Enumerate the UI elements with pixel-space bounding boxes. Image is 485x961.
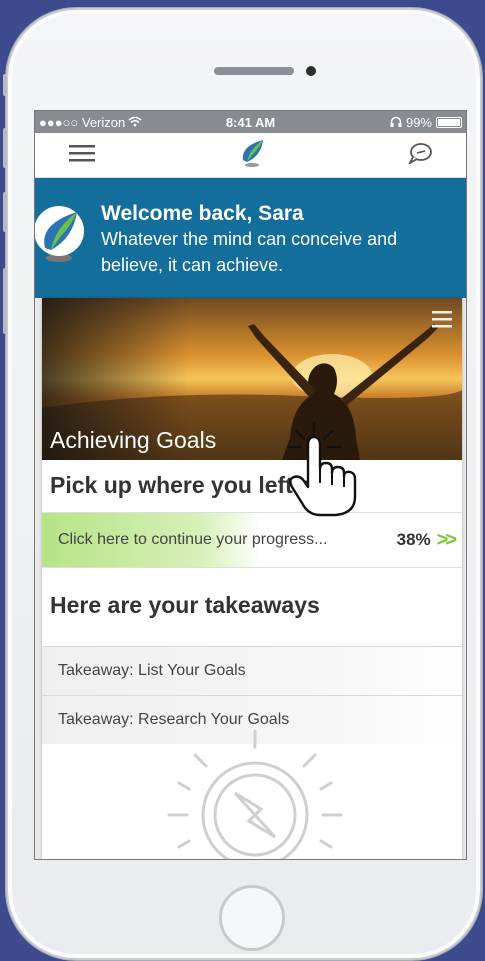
progress-percent: 38% >>	[396, 529, 457, 552]
tap-gesture-hand-icon	[262, 417, 366, 522]
course-card: Achieving Goals Pick up where you left o…	[42, 298, 462, 859]
app-leaf-logo-icon	[239, 138, 265, 173]
volume-down-button	[3, 192, 7, 232]
carrier-label: ●●●○○ Verizon	[39, 114, 126, 130]
welcome-title: Welcome back, Sara	[101, 202, 304, 225]
double-chevron-right-icon[interactable]: >>	[437, 529, 457, 552]
app-screen: ●●●○○ Verizon 8:41 AM 99% Welcome back, …	[34, 110, 467, 860]
continue-progress-button[interactable]: Click here to continue your progress... …	[42, 512, 462, 568]
battery-fill	[438, 118, 460, 126]
volume-up-button	[3, 128, 7, 168]
compass-icon	[165, 723, 345, 859]
home-button[interactable]	[219, 885, 285, 951]
status-bar: ●●●○○ Verizon 8:41 AM 99%	[35, 111, 466, 133]
welcome-quote: Whatever the mind can conceive and belie…	[101, 229, 398, 275]
front-camera	[306, 66, 316, 76]
hamburger-menu-icon[interactable]	[69, 144, 95, 167]
mute-switch	[3, 74, 7, 96]
takeaways-heading: Here are your takeaways	[50, 592, 320, 618]
content-area: Achieving Goals Pick up where you left o…	[35, 298, 466, 859]
profile-logo-icon	[35, 204, 89, 264]
resume-heading: Pick up where you left off...	[50, 472, 348, 498]
list-menu-icon[interactable]	[432, 310, 452, 333]
welcome-banner: Welcome back, Sara Whatever the mind can…	[35, 178, 466, 298]
headphones-icon	[390, 115, 402, 130]
takeaway-item[interactable]: Takeaway: List Your Goals	[42, 646, 462, 695]
continue-progress-link[interactable]: Click here to continue your progress...	[58, 531, 327, 549]
progress-percent-value: 38%	[396, 530, 431, 549]
course-hero-image[interactable]: Achieving Goals	[42, 298, 462, 460]
earpiece-speaker	[214, 67, 294, 75]
battery-percent: 99%	[405, 114, 432, 130]
chat-bubble-icon[interactable]	[407, 142, 432, 169]
wifi-icon	[128, 115, 142, 130]
nav-bar	[35, 133, 466, 178]
power-button	[3, 268, 7, 334]
course-title: Achieving Goals	[50, 427, 217, 453]
battery-icon	[436, 116, 462, 128]
